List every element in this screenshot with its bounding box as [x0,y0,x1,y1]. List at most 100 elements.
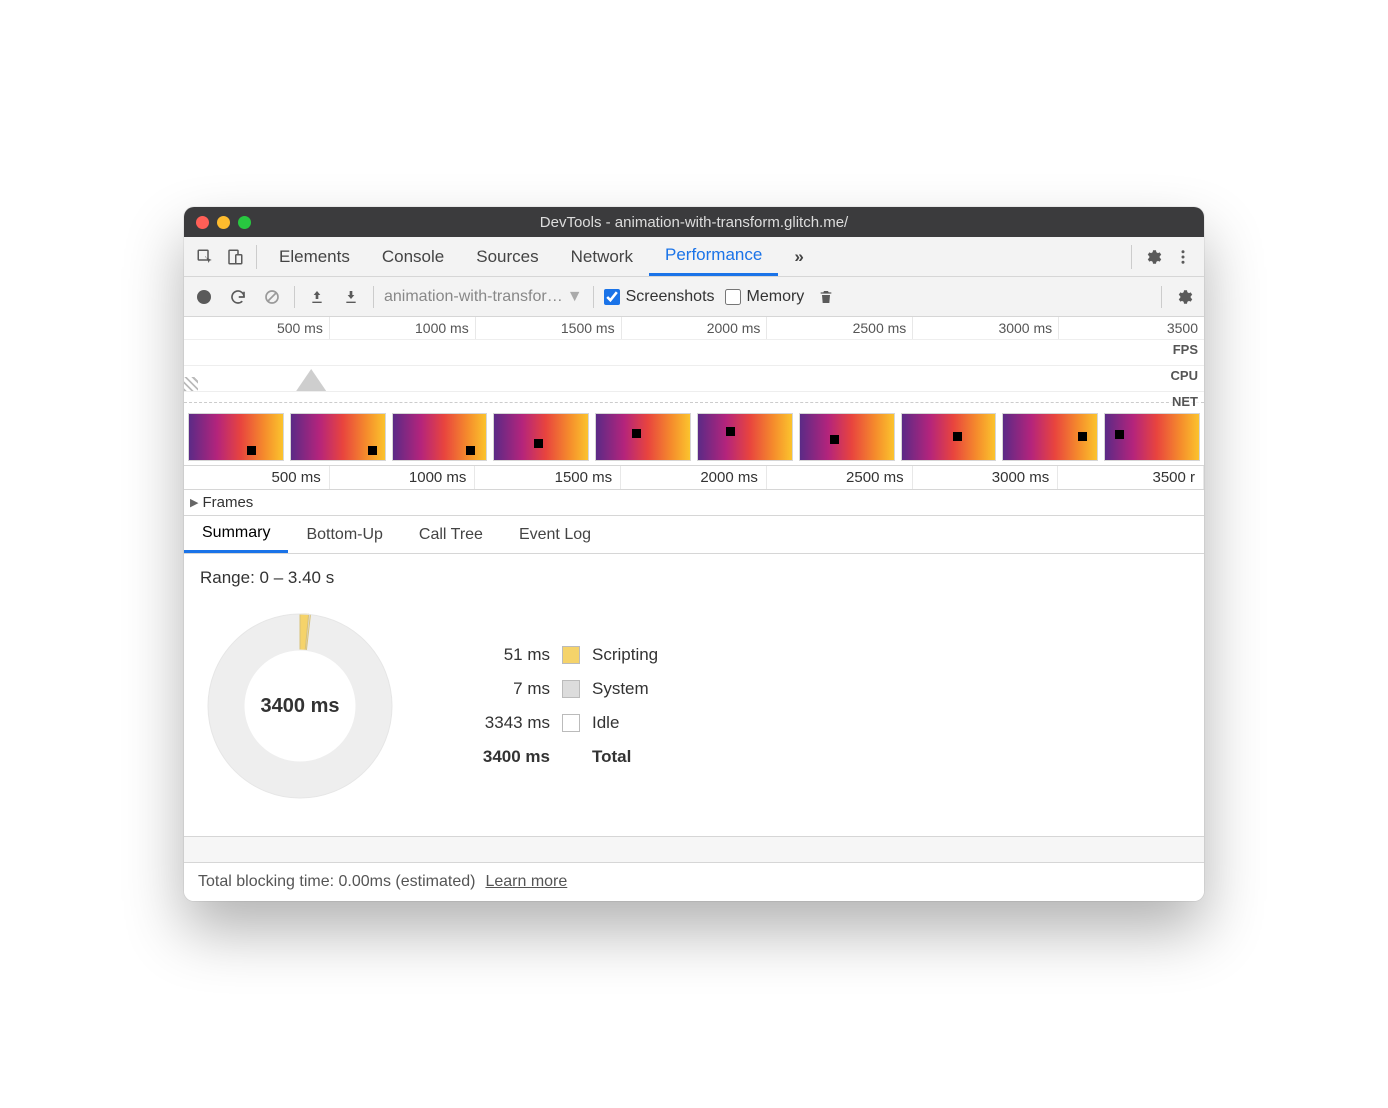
animated-box [830,435,839,444]
overview-timeline[interactable]: 500 ms1000 ms1500 ms2000 ms2500 ms3000 m… [184,317,1204,466]
ruler-tick: 3500 [1059,317,1204,339]
minimize-window-button[interactable] [217,216,230,229]
capture-settings-gear-icon[interactable] [1172,285,1196,309]
tab-elements[interactable]: Elements [263,237,366,276]
screenshot-thumbnail[interactable] [290,413,386,461]
screenshot-thumbnail[interactable] [493,413,589,461]
legend-row-total: 3400 ms Total [460,747,658,767]
screenshot-thumbnail[interactable] [1104,413,1200,461]
close-window-button[interactable] [196,216,209,229]
tabs-overflow-button[interactable]: » [778,247,819,267]
separator [1161,286,1162,308]
garbage-collect-icon[interactable] [814,285,838,309]
fps-label: FPS [1171,342,1200,357]
cpu-label: CPU [1169,368,1200,383]
ruler-tick: 3000 ms [913,317,1059,339]
ruler-tick: 1500 ms [476,317,622,339]
cpu-lane: CPU [184,365,1204,391]
devtools-window: DevTools - animation-with-transform.glit… [184,207,1204,901]
kebab-menu-icon[interactable] [1168,242,1198,272]
frames-label: Frames [202,494,253,511]
net-label: NET [1170,394,1200,409]
profile-name: animation-with-transfor… [384,288,563,306]
separator [1131,245,1132,269]
legend-name: Total [592,747,631,767]
animated-box [247,446,256,455]
ruler-tick: 2000 ms [621,466,767,489]
time-breakdown-donut: 3400 ms [200,606,400,806]
detail-tab-event-log[interactable]: Event Log [501,516,609,553]
detail-tab-summary[interactable]: Summary [184,516,288,553]
net-baseline [184,402,1204,403]
animated-box [466,446,475,455]
footer-bar: Total blocking time: 0.00ms (estimated) … [184,862,1204,901]
ruler-tick: 3500 r [1058,466,1204,489]
main-tabs: ElementsConsoleSourcesNetworkPerformance [263,237,778,276]
summary-panel: Range: 0 – 3.40 s 3400 ms 51 msScripting… [184,554,1204,836]
memory-checkbox[interactable]: Memory [725,288,805,306]
fps-lane: FPS [184,339,1204,365]
cpu-activity [296,369,326,391]
save-profile-icon[interactable] [339,285,363,309]
clear-button[interactable] [260,285,284,309]
range-text: Range: 0 – 3.40 s [200,568,1188,588]
animated-box [953,432,962,441]
titlebar: DevTools - animation-with-transform.glit… [184,207,1204,237]
legend-row-idle: 3343 msIdle [460,713,658,733]
dropdown-caret-icon: ▼ [567,288,583,306]
tab-network[interactable]: Network [555,237,649,276]
legend-value: 3400 ms [460,747,550,767]
detail-tabs: SummaryBottom-UpCall TreeEvent Log [184,516,1204,554]
maximize-window-button[interactable] [238,216,251,229]
ruler-tick: 2000 ms [622,317,768,339]
load-profile-icon[interactable] [305,285,329,309]
learn-more-link[interactable]: Learn more [485,873,567,891]
animated-box [534,439,543,448]
separator [256,245,257,269]
screenshots-label: Screenshots [626,288,715,306]
animated-box [368,446,377,455]
profile-selector[interactable]: animation-with-transfor… ▼ [384,288,583,306]
window-controls [196,216,251,229]
legend-swatch [562,714,580,732]
screenshot-thumbnail[interactable] [595,413,691,461]
ruler-tick: 1000 ms [330,466,476,489]
main-tabs-bar: ElementsConsoleSourcesNetworkPerformance… [184,237,1204,277]
animated-box [632,429,641,438]
screenshots-checkbox[interactable]: Screenshots [604,288,715,306]
disclosure-triangle-icon: ▶ [190,496,198,509]
screenshot-thumbnail[interactable] [392,413,488,461]
ruler-tick: 1500 ms [475,466,621,489]
detail-tab-call-tree[interactable]: Call Tree [401,516,501,553]
legend-swatch [562,680,580,698]
record-button[interactable] [192,285,216,309]
screenshot-thumbnail[interactable] [901,413,997,461]
ruler-tick: 2500 ms [767,317,913,339]
screenshot-thumbnail[interactable] [697,413,793,461]
frames-section-toggle[interactable]: ▶ Frames [184,490,1204,516]
reload-record-button[interactable] [226,285,250,309]
legend-value: 7 ms [460,679,550,699]
animated-box [726,427,735,436]
tab-performance[interactable]: Performance [649,237,778,276]
screenshot-thumbnail[interactable] [799,413,895,461]
cpu-hatch [184,377,198,391]
screenshot-thumbnail[interactable] [1002,413,1098,461]
performance-toolbar: animation-with-transfor… ▼ Screenshots M… [184,277,1204,317]
separator [373,286,374,308]
ruler-tick: 1000 ms [330,317,476,339]
tab-sources[interactable]: Sources [460,237,554,276]
animated-box [1115,430,1124,439]
detail-tab-bottom-up[interactable]: Bottom-Up [288,516,400,553]
inspect-element-icon[interactable] [190,242,220,272]
device-toggle-icon[interactable] [220,242,250,272]
net-lane: NET [184,391,1204,409]
screenshot-thumbnail[interactable] [188,413,284,461]
flamechart-ruler[interactable]: 500 ms1000 ms1500 ms2000 ms2500 ms3000 m… [184,466,1204,490]
settings-gear-icon[interactable] [1138,242,1168,272]
legend-row-system: 7 ms System [460,679,658,699]
overview-lanes: FPS CPU NET [184,339,1204,409]
tab-console[interactable]: Console [366,237,460,276]
screenshot-filmstrip[interactable] [184,409,1204,465]
legend-name: System [592,679,649,699]
